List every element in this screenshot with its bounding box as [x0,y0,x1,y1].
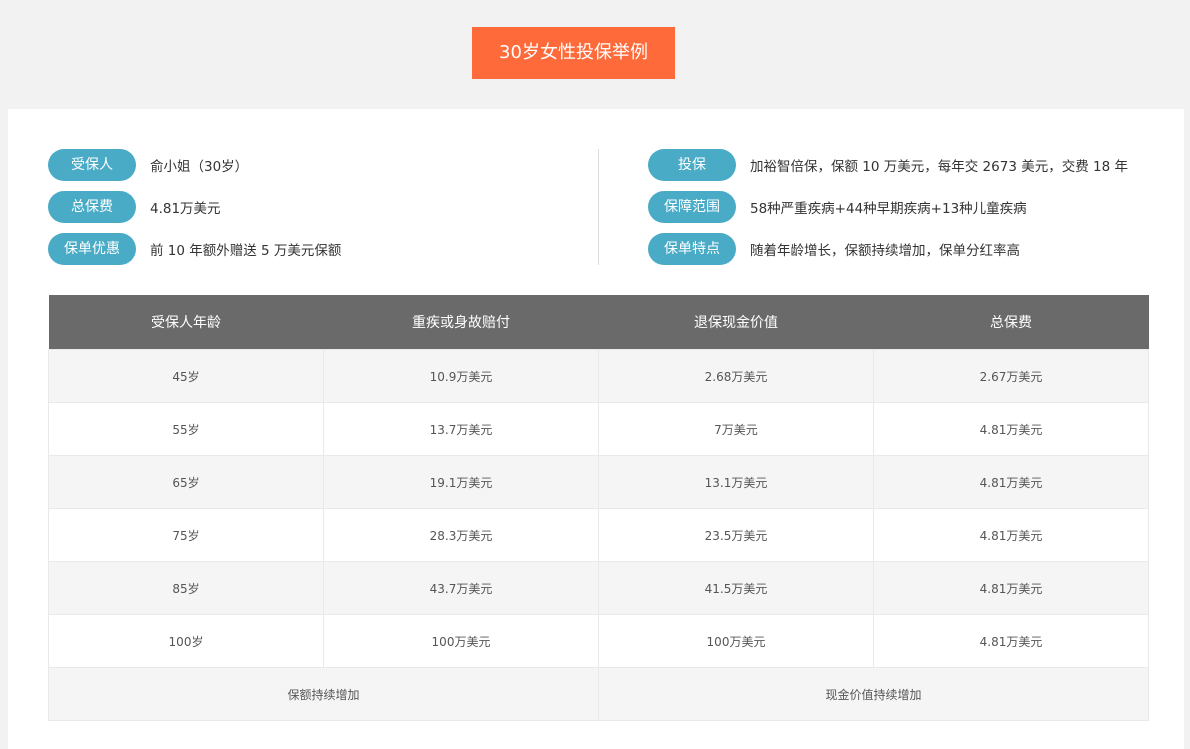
info-value: 58种严重疾病+44种早期疾病+13种儿童疾病 [750,201,1027,217]
table-row: 85岁 43.7万美元 41.5万美元 4.81万美元 [48,561,1149,615]
table-cell: 4.81万美元 [873,614,1149,668]
column-header: 重疾或身故赔付 [323,295,599,350]
table-cell: 100岁 [48,614,324,668]
content-panel: 受保人 俞小姐（30岁） 总保费 4.81万美元 保单优惠 前 10 年额外赠送… [8,109,1184,749]
info-row-coverage: 保障范围 58种严重疾病+44种早期疾病+13种儿童疾病 [648,191,1128,223]
footer-cell: 现金价值持续增加 [598,667,1149,721]
column-divider [598,149,599,265]
label-pill: 总保费 [48,191,136,223]
table-header-row: 受保人年龄 重疾或身故赔付 退保现金价值 总保费 [48,295,1149,350]
column-header: 受保人年龄 [48,295,324,350]
table-cell: 23.5万美元 [598,508,874,562]
info-row-insured: 受保人 俞小姐（30岁） [48,149,341,181]
page-title: 30岁女性投保举例 [472,27,675,79]
table-cell: 100万美元 [598,614,874,668]
table-cell: 4.81万美元 [873,561,1149,615]
table-row: 75岁 28.3万美元 23.5万美元 4.81万美元 [48,508,1149,562]
table-cell: 85岁 [48,561,324,615]
label-pill: 投保 [648,149,736,181]
table-cell: 65岁 [48,455,324,509]
info-column-right: 投保 加裕智倍保，保额 10 万美元，每年交 2673 美元，交费 18 年 保… [648,149,1128,275]
benefit-table: 受保人年龄 重疾或身故赔付 退保现金价值 总保费 45岁 10.9万美元 2.6… [48,295,1149,721]
info-value: 4.81万美元 [150,201,221,217]
column-header: 总保费 [873,295,1149,350]
column-header: 退保现金价值 [598,295,874,350]
table-cell: 2.67万美元 [873,349,1149,403]
table-cell: 4.81万美元 [873,402,1149,456]
table-cell: 13.7万美元 [323,402,599,456]
table-row: 55岁 13.7万美元 7万美元 4.81万美元 [48,402,1149,456]
table-cell: 55岁 [48,402,324,456]
label-pill: 保单特点 [648,233,736,265]
info-row-total-premium: 总保费 4.81万美元 [48,191,341,223]
label-pill: 保障范围 [648,191,736,223]
table-cell: 2.68万美元 [598,349,874,403]
table-cell: 75岁 [48,508,324,562]
table-row: 45岁 10.9万美元 2.68万美元 2.67万美元 [48,349,1149,403]
label-pill: 受保人 [48,149,136,181]
info-column-left: 受保人 俞小姐（30岁） 总保费 4.81万美元 保单优惠 前 10 年额外赠送… [48,149,341,275]
table-cell: 4.81万美元 [873,508,1149,562]
label-pill: 保单优惠 [48,233,136,265]
table-cell: 28.3万美元 [323,508,599,562]
table-cell: 13.1万美元 [598,455,874,509]
info-value: 加裕智倍保，保额 10 万美元，每年交 2673 美元，交费 18 年 [750,159,1128,175]
info-value: 俞小姐（30岁） [150,159,249,175]
table-cell: 19.1万美元 [323,455,599,509]
info-row-discount: 保单优惠 前 10 年额外赠送 5 万美元保额 [48,233,341,265]
table-cell: 10.9万美元 [323,349,599,403]
table-row: 65岁 19.1万美元 13.1万美元 4.81万美元 [48,455,1149,509]
table-cell: 4.81万美元 [873,455,1149,509]
info-row-plan: 投保 加裕智倍保，保额 10 万美元，每年交 2673 美元，交费 18 年 [648,149,1128,181]
info-row-features: 保单特点 随着年龄增长，保额持续增加，保单分红率高 [648,233,1128,265]
table-cell: 43.7万美元 [323,561,599,615]
table-cell: 100万美元 [323,614,599,668]
info-value: 随着年龄增长，保额持续增加，保单分红率高 [750,243,1020,259]
table-cell: 7万美元 [598,402,874,456]
table-cell: 45岁 [48,349,324,403]
info-value: 前 10 年额外赠送 5 万美元保额 [150,243,342,259]
table-row: 100岁 100万美元 100万美元 4.81万美元 [48,614,1149,668]
footer-cell: 保额持续增加 [48,667,599,721]
table-cell: 41.5万美元 [598,561,874,615]
table-footer-row: 保额持续增加 现金价值持续增加 [48,667,1149,721]
